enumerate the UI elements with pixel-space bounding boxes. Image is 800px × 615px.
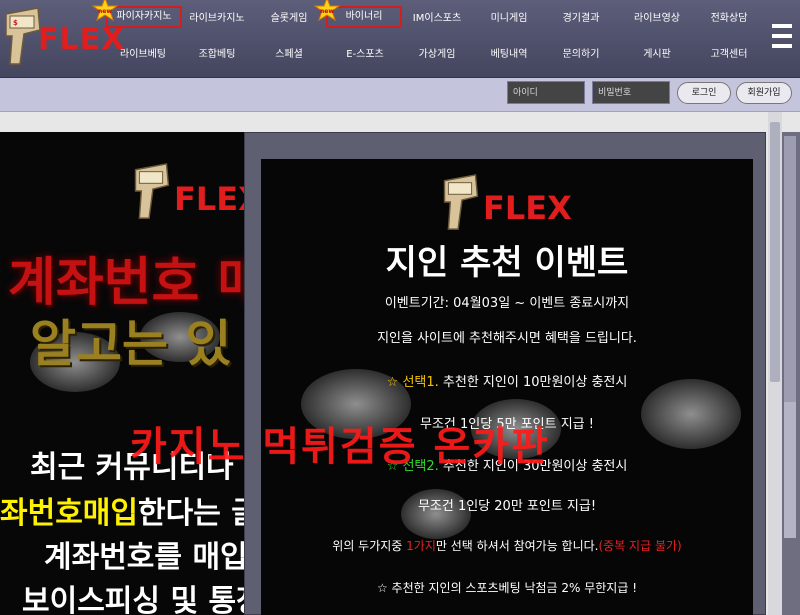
hamburger-menu-icon[interactable] bbox=[772, 24, 794, 50]
login-bar: 로그인 회원가입 bbox=[0, 78, 800, 112]
popup-line-4: 보이스피싱 및 통장협 bbox=[22, 584, 244, 615]
signup-button[interactable]: 회원가입 bbox=[736, 82, 792, 104]
nav-e-sports[interactable]: E-스포츠 bbox=[332, 44, 398, 66]
nav-special[interactable]: 스페셜 bbox=[256, 44, 322, 66]
referral-event-popup[interactable]: FLEX 지인 추천 이벤트 이벤트기간: 04월03일 ~ 이벤트 종료시까지… bbox=[244, 132, 766, 615]
main-nav: 파이자카지노 라이브카지노 슬롯게임 바이너리 IM이스포츠 미니게임 경기결과… bbox=[106, 0, 766, 78]
site-header: $ FLEX 파이자카지노 라이브카지노 슬롯게임 바이너리 IM이스포츠 미니… bbox=[0, 0, 800, 78]
svg-text:new: new bbox=[98, 8, 112, 15]
note-red: 1가지 bbox=[406, 539, 436, 553]
money-gun-icon: $ bbox=[5, 7, 41, 65]
nav-match-results[interactable]: 경기결과 bbox=[548, 8, 614, 30]
popup-logo-text: FLEX bbox=[483, 189, 572, 227]
option-1-label: ☆ 선택1. bbox=[386, 375, 439, 390]
nav-im-esports[interactable]: IM이스포츠 bbox=[402, 8, 472, 30]
nav-live-betting[interactable]: 라이브베팅 bbox=[110, 44, 176, 66]
event-note: 위의 두가지중 1가지만 선택 하셔서 참여가능 합니다.(중복 지급 불가) bbox=[261, 537, 753, 554]
nav-bet-history[interactable]: 베팅내역 bbox=[476, 44, 542, 66]
site-logo[interactable]: $ FLEX bbox=[2, 6, 124, 68]
note-prefix: 위의 두가지중 bbox=[332, 539, 403, 553]
side-popup-strip bbox=[780, 132, 800, 615]
popup-headline-gold: 알고는 있 bbox=[30, 315, 232, 373]
new-badge-icon: new bbox=[92, 0, 118, 22]
money-gun-icon bbox=[134, 163, 170, 219]
popup-line-3: 계좌번호를 매입하 bbox=[44, 540, 244, 575]
nav-phone-consult[interactable]: 전화상담 bbox=[696, 8, 762, 30]
side-popup-scroll-thumb[interactable] bbox=[784, 402, 796, 538]
event-option-1: ☆ 선택1. 추천한 지인이 10만원이상 충전시 bbox=[261, 371, 753, 390]
note-mid: 만 선택 하셔서 참여가능 합니다. bbox=[435, 539, 599, 553]
event-period: 이벤트기간: 04월03일 ~ 이벤트 종료시까지 bbox=[384, 296, 630, 311]
watermark-overlay: 카지노 먹튀검증 온카판 bbox=[130, 424, 550, 470]
note-no-duplicate: (중복 지급 불가) bbox=[598, 539, 682, 553]
login-button[interactable]: 로그인 bbox=[677, 82, 731, 104]
nav-live-casino[interactable]: 라이브카지노 bbox=[184, 8, 250, 30]
popup-line-2: 좌번호매입한다는 글들 bbox=[0, 488, 244, 532]
event-title: 지인 추천 이벤트 bbox=[385, 243, 629, 283]
nav-mini-games[interactable]: 미니게임 bbox=[476, 8, 542, 30]
page-scrollbar-thumb[interactable] bbox=[770, 122, 780, 382]
nav-live-video[interactable]: 라이브영상 bbox=[624, 8, 690, 30]
option-1-text: 추천한 지인이 10만원이상 충전시 bbox=[442, 375, 628, 390]
popup-logo: FLEX bbox=[128, 162, 244, 222]
nav-inquiry[interactable]: 문의하기 bbox=[548, 44, 614, 66]
popup-logo: FLEX bbox=[437, 173, 577, 233]
new-badge-icon: new bbox=[314, 0, 340, 22]
account-number-popup[interactable]: FLEX 계좌번호 매입 알고는 있 최근 커뮤니티나 인터 좌번호매입한다는 … bbox=[0, 132, 244, 615]
nav-slot-games[interactable]: 슬롯게임 bbox=[256, 8, 322, 30]
nav-customer-center[interactable]: 고객센터 bbox=[696, 44, 762, 66]
svg-text:$: $ bbox=[13, 19, 18, 27]
svg-text:new: new bbox=[320, 8, 334, 15]
main-content: FLEX 계좌번호 매입 알고는 있 최근 커뮤니티나 인터 좌번호매입한다는 … bbox=[0, 112, 800, 615]
username-input[interactable] bbox=[507, 81, 585, 104]
nav-combo-betting[interactable]: 조합베팅 bbox=[184, 44, 250, 66]
popup-line-2-text: 한다는 글들 bbox=[138, 496, 244, 531]
popup-logo-text: FLEX bbox=[174, 180, 244, 218]
popup-line-2-highlight: 좌번호매입 bbox=[0, 496, 138, 531]
nav-board[interactable]: 게시판 bbox=[624, 44, 690, 66]
password-input[interactable] bbox=[592, 81, 670, 104]
side-popup-scroll-track bbox=[784, 136, 796, 406]
money-gun-icon bbox=[443, 174, 479, 230]
referral-event-content: FLEX 지인 추천 이벤트 이벤트기간: 04월03일 ~ 이벤트 종료시까지… bbox=[261, 159, 753, 615]
event-intro: 지인을 사이트에 추천해주시면 혜택을 드립니다. bbox=[377, 331, 637, 346]
nav-virtual-games[interactable]: 가상게임 bbox=[404, 44, 470, 66]
event-option-2-reward: 무조건 1인당 20만 포인트 지급! bbox=[417, 499, 597, 514]
event-bonus: ☆ 추천한 지인의 스포츠베팅 낙첨금 2% 무한지급 ! bbox=[376, 581, 638, 595]
page-scrollbar[interactable] bbox=[768, 112, 782, 615]
